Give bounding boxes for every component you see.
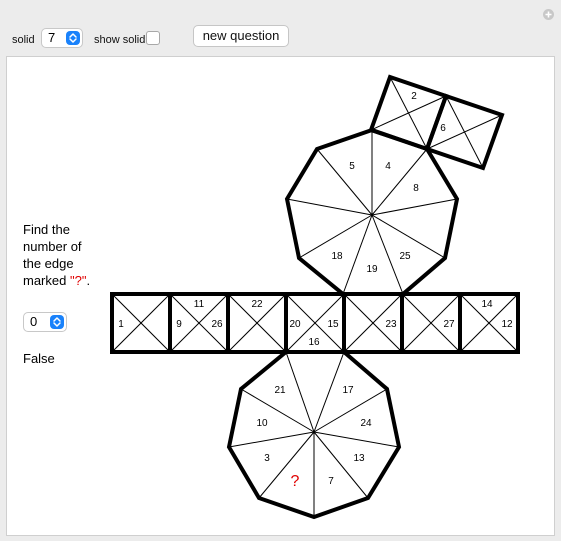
edge-label: 19 [366,264,378,275]
edge-label: 6 [440,123,446,134]
edge-label: 18 [331,251,343,262]
unknown-edge-mark: ? [291,473,300,490]
edge-label: 21 [274,385,286,396]
edge-label: 27 [443,319,455,330]
edge-label: 12 [501,319,513,330]
edge-label: 26 [211,319,223,330]
edge-label: 5 [349,161,355,172]
edge-label: 22 [251,299,263,310]
edge-label: 14 [481,299,493,310]
top-squares [368,74,505,171]
edge-label: 3 [264,453,270,464]
edge-label: 8 [413,183,419,194]
edge-label: 9 [176,319,182,330]
edge-label: 20 [289,319,301,330]
edge-label: 13 [353,453,365,464]
edge-label: 17 [342,385,354,396]
edge-label: 15 [327,319,339,330]
edge-label: 25 [399,251,411,262]
edge-label: 1 [118,319,124,330]
bottom-nonagon [226,350,402,520]
edge-label: 4 [385,161,391,172]
edge-label: 11 [194,299,205,310]
solid-net-diagram: 2 6 5 4 8 25 19 18 1 9 11 26 22 20 15 16… [110,74,520,520]
edge-label: 7 [328,476,334,487]
edge-label: 16 [308,337,320,348]
edge-label: 24 [360,418,372,429]
edge-label: 23 [385,319,397,330]
edge-label: 2 [411,91,417,102]
edge-label: 10 [256,418,268,429]
